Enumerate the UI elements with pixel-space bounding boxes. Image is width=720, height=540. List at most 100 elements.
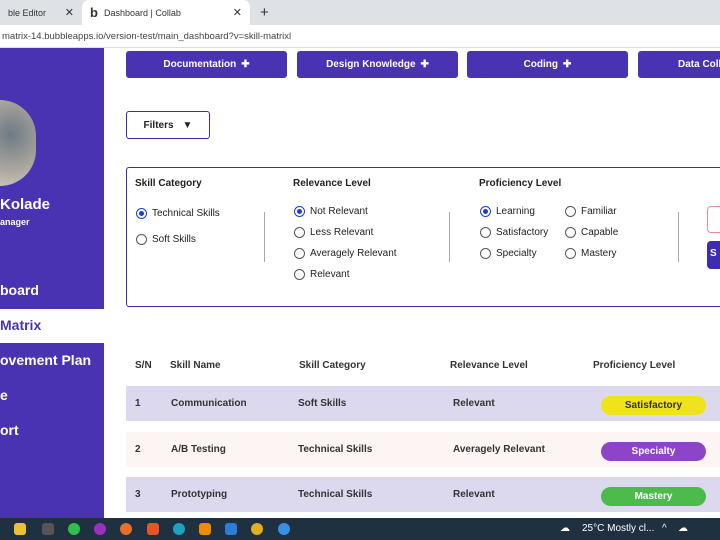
edge-icon[interactable] [173, 523, 185, 535]
sidebar-item-skill-matrix[interactable]: Matrix [0, 309, 104, 343]
radio-label: Not Relevant [310, 206, 368, 217]
radio-icon [294, 227, 305, 238]
header-skill-name: Skill Name [170, 360, 221, 371]
user-role: anager [0, 217, 30, 227]
filters-label: Filters [143, 119, 174, 131]
filter-panel: Skill Category Technical Skills Soft Ski… [126, 167, 720, 307]
divider [264, 212, 265, 262]
data-collection-button[interactable]: Data Colle [638, 51, 720, 78]
cell-relevance: Averagely Relevant [453, 444, 545, 455]
radio-label: Specialty [496, 248, 537, 259]
cell-relevance: Relevant [453, 489, 495, 500]
browser-tab[interactable]: ble Editor ✕ [0, 0, 82, 25]
radio-less-relevant[interactable]: Less Relevant [294, 227, 373, 238]
proficiency-heading: Proficiency Level [479, 178, 562, 189]
sidebar-item-support[interactable]: ort [0, 414, 104, 448]
tab-title: Dashboard | Collab [103, 7, 181, 18]
radio-soft-skills[interactable]: Soft Skills [136, 234, 196, 245]
close-tab-icon[interactable]: ✕ [65, 6, 74, 19]
close-tab-icon[interactable]: ✕ [233, 6, 242, 19]
browser-tab-active[interactable]: b Dashboard | Collab ✕ [82, 0, 250, 25]
tray-expand-icon[interactable]: ^ [662, 523, 667, 534]
tab-title: ble Editor [8, 7, 47, 18]
new-tab-button[interactable]: + [252, 0, 277, 25]
button-label: Coding [523, 59, 559, 70]
button-label: Documentation [163, 59, 237, 70]
bubble-logo-icon: b [90, 5, 98, 20]
taskbar: ☁ 25°C Mostly cl... ^ ☁ [0, 518, 720, 540]
sidebar-item-dashboard[interactable]: board [0, 274, 104, 308]
ubuntu-icon[interactable] [147, 523, 159, 535]
button-label: Design Knowledge [326, 59, 416, 70]
weather-text[interactable]: 25°C Mostly cl... [582, 523, 654, 534]
radio-icon [480, 206, 491, 217]
header-sn: S/N [135, 360, 152, 371]
address-bar[interactable]: matrix-14.bubbleapps.io/version-test/mai… [0, 25, 720, 48]
filters-button[interactable]: Filters ▼ [126, 111, 210, 139]
radio-specialty[interactable]: Specialty [480, 248, 537, 259]
file-explorer-icon[interactable] [14, 523, 26, 535]
radio-icon [565, 206, 576, 217]
design-knowledge-button[interactable]: Design Knowledge ✚ [297, 51, 458, 78]
app-icon[interactable] [94, 523, 106, 535]
radio-icon [136, 208, 147, 219]
radio-label: Mastery [581, 248, 617, 259]
radio-capable[interactable]: Capable [565, 227, 618, 238]
divider [449, 212, 450, 262]
radio-icon [565, 248, 576, 259]
radio-label: Relevant [310, 269, 350, 280]
cell-relevance: Relevant [453, 398, 495, 409]
skill-category-heading: Skill Category [135, 178, 202, 189]
vlc-icon[interactable] [199, 523, 211, 535]
sidebar-item-profile[interactable]: e [0, 379, 104, 413]
chrome-icon[interactable] [278, 523, 290, 535]
radio-mastery[interactable]: Mastery [565, 248, 617, 259]
radio-learning[interactable]: Learning [480, 206, 535, 217]
clear-button[interactable] [707, 206, 720, 233]
radio-icon [136, 234, 147, 245]
firefox-icon[interactable] [120, 523, 132, 535]
radio-icon [480, 227, 491, 238]
relevance-heading: Relevance Level [293, 178, 371, 189]
proficiency-badge: Mastery [601, 487, 706, 506]
radio-relevant[interactable]: Relevant [294, 269, 349, 280]
button-label: Data Colle [678, 59, 720, 70]
radio-satisfactory[interactable]: Satisfactory [480, 227, 548, 238]
radio-averagely-relevant[interactable]: Averagely Relevant [294, 248, 397, 259]
cell-category: Soft Skills [298, 398, 347, 409]
table-row[interactable]: 1 Communication Soft Skills Relevant Sat… [126, 386, 720, 421]
radio-icon [294, 248, 305, 259]
cloud-icon: ☁ [678, 523, 688, 534]
submit-button[interactable]: S [707, 241, 720, 269]
proficiency-badge: Specialty [601, 442, 706, 461]
sidebar-item-improvement-plan[interactable]: ovement Plan [0, 344, 104, 378]
radio-label: Satisfactory [496, 227, 549, 238]
table-row[interactable]: 2 A/B Testing Technical Skills Averagely… [126, 432, 720, 467]
cell-sn: 2 [135, 444, 141, 455]
chrome-icon[interactable] [251, 523, 263, 535]
plus-icon: ✚ [563, 59, 572, 70]
radio-familiar[interactable]: Familiar [565, 206, 617, 217]
radio-icon [480, 248, 491, 259]
radio-technical-skills[interactable]: Technical Skills [136, 208, 220, 219]
header-skill-category: Skill Category [299, 360, 366, 371]
app-icon[interactable] [42, 523, 54, 535]
radio-label: Averagely Relevant [310, 248, 397, 259]
radio-label: Technical Skills [152, 208, 220, 219]
cell-name: Prototyping [171, 489, 228, 500]
cell-sn: 3 [135, 489, 141, 500]
weather-icon: ☁ [560, 523, 570, 534]
documentation-button[interactable]: Documentation ✚ [126, 51, 287, 78]
avatar [0, 100, 36, 186]
whatsapp-icon[interactable] [68, 523, 80, 535]
cell-category: Technical Skills [298, 489, 373, 500]
radio-label: Familiar [581, 206, 617, 217]
coding-button[interactable]: Coding ✚ [467, 51, 628, 78]
user-name: Kolade [0, 196, 51, 213]
sidebar: Kolade anager board Matrix ovement Plan … [0, 48, 104, 518]
vscode-icon[interactable] [225, 523, 237, 535]
radio-label: Capable [581, 227, 619, 238]
table-row[interactable]: 3 Prototyping Technical Skills Relevant … [126, 477, 720, 512]
radio-not-relevant[interactable]: Not Relevant [294, 206, 368, 217]
radio-label: Learning [496, 206, 535, 217]
